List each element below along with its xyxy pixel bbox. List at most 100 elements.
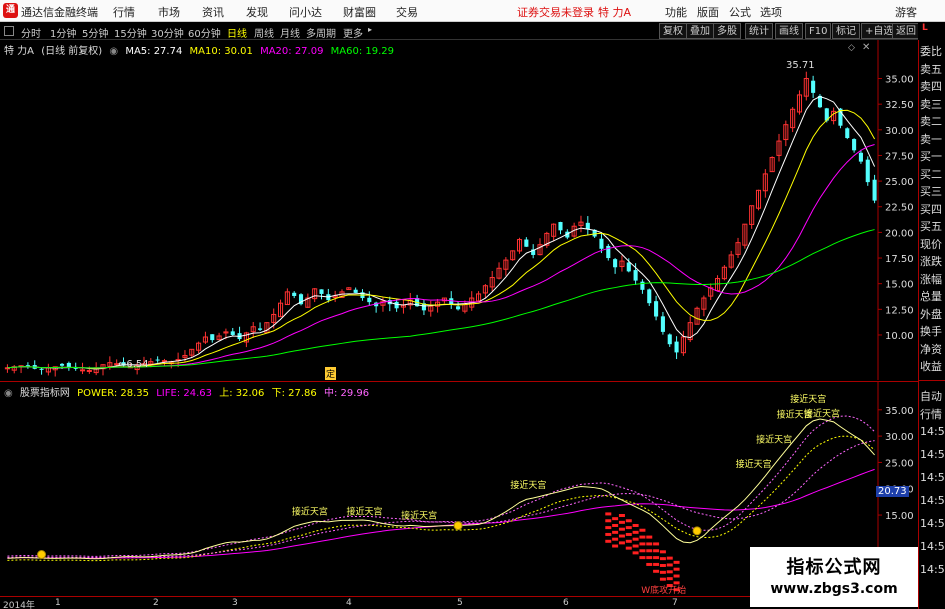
candle-body xyxy=(865,159,870,183)
candle-body xyxy=(353,289,358,293)
near-top-label: 接近天宫 xyxy=(790,393,826,405)
period-more[interactable]: 更多 xyxy=(343,25,363,40)
quote-field-label[interactable]: 卖一 xyxy=(920,131,945,147)
menu-quotes[interactable]: 行情 xyxy=(113,4,135,20)
period-multi[interactable]: 多周期 xyxy=(306,25,336,40)
quote-field-label[interactable]: 收益 xyxy=(920,358,945,374)
menu-discover[interactable]: 发现 xyxy=(246,4,268,20)
back-button[interactable]: 返回 xyxy=(892,23,920,39)
candle-body xyxy=(872,179,877,201)
menu-trade[interactable]: 交易 xyxy=(396,4,418,20)
candlestick-chart[interactable]: 35.00 32.50 30.00 27.50 25.00 22.50 20.00 17.50… xyxy=(0,40,918,380)
indicator-toggle-icon[interactable]: ◉ xyxy=(4,388,13,399)
near-top-label: 接近天宫 xyxy=(346,506,382,518)
more-chevron-icon[interactable]: ▸ xyxy=(368,25,372,34)
period-weekly[interactable]: 周线 xyxy=(254,25,274,40)
candle-body xyxy=(59,363,65,366)
price-tick-label: 30.00 xyxy=(885,126,914,137)
quote-field-label[interactable]: 买五 xyxy=(920,218,945,234)
sell-signal-mark xyxy=(653,556,660,560)
period-daily[interactable]: 日线 xyxy=(227,25,247,40)
period-toolbar: 分时 1分钟 5分钟 15分钟 30分钟 60分钟 日线 周线 月线 多周期 更… xyxy=(0,22,945,40)
quote-field-label[interactable]: 买一 xyxy=(920,148,945,164)
sell-signal-mark xyxy=(646,542,653,546)
event-marker[interactable]: 定 xyxy=(325,367,337,380)
menu-news[interactable]: 资讯 xyxy=(202,4,224,20)
guest-label[interactable]: 游客 xyxy=(895,4,917,20)
period-5min[interactable]: 5分钟 xyxy=(82,25,108,40)
period-60min[interactable]: 60分钟 xyxy=(188,25,221,40)
life-line xyxy=(7,468,875,559)
period-1min[interactable]: 1分钟 xyxy=(50,25,76,40)
layout-toggle-icon[interactable] xyxy=(4,26,14,36)
ma20-label: MA20: 27.09 xyxy=(260,46,324,57)
mark-button[interactable]: 标记 xyxy=(832,23,860,39)
tick-time: 14:5 xyxy=(920,448,945,461)
quote-field-label[interactable]: 卖五 xyxy=(920,61,945,77)
period-30min[interactable]: 30分钟 xyxy=(151,25,184,40)
candle-body xyxy=(845,128,850,139)
sell-signal-mark xyxy=(666,577,673,581)
sell-signal-mark xyxy=(605,539,612,543)
sell-signal-mark xyxy=(605,532,612,536)
menu-wealth[interactable]: 财富圈 xyxy=(343,4,376,20)
quote-field-label[interactable]: 行情 xyxy=(920,406,945,422)
sell-signal-mark xyxy=(618,534,625,538)
main-chart-pane[interactable]: 35.00 32.50 30.00 27.50 25.00 22.50 20.00 17.50… xyxy=(0,40,918,380)
quote-field-label[interactable]: 总量 xyxy=(920,288,945,304)
layout-button[interactable]: 版面 xyxy=(697,4,719,20)
upper-label: 上: 32.06 xyxy=(219,388,265,399)
power-line xyxy=(7,418,875,560)
menu-market[interactable]: 市场 xyxy=(158,4,180,20)
period-monthly[interactable]: 月线 xyxy=(280,25,300,40)
collapse-icon[interactable]: ◉ xyxy=(109,46,118,57)
quote-field-label[interactable]: 换手 xyxy=(920,323,945,339)
quote-field-label[interactable]: 买二 xyxy=(920,166,945,182)
sell-signal-mark xyxy=(659,577,666,581)
near-top-label: 接近天宫 xyxy=(401,510,437,522)
period-timeshare[interactable]: 分时 xyxy=(21,25,41,40)
quote-field-label[interactable]: 卖二 xyxy=(920,113,945,129)
sell-signal-mark xyxy=(646,562,653,566)
quote-field-label[interactable]: 卖四 xyxy=(920,78,945,94)
f10-button[interactable]: F10 xyxy=(805,23,832,39)
quote-field-label[interactable]: 现价 xyxy=(920,236,945,252)
draw-line-button[interactable]: 画线 xyxy=(775,23,803,39)
date-tick: 5 xyxy=(457,598,463,608)
candle-body xyxy=(456,306,461,310)
quote-field-label[interactable]: 净资 xyxy=(920,341,945,357)
candle-body xyxy=(858,152,863,162)
quote-field-label[interactable]: 委比 xyxy=(920,43,945,59)
quote-field-label[interactable]: 外盘 xyxy=(920,306,945,322)
quote-field-label[interactable]: 卖三 xyxy=(920,96,945,112)
candle-body xyxy=(640,281,645,290)
formula-button[interactable]: 公式 xyxy=(729,4,751,20)
tick-time: 14:5 xyxy=(920,471,945,484)
function-button[interactable]: 功能 xyxy=(665,4,687,20)
adjust-button[interactable]: 复权 xyxy=(659,23,687,39)
close-pane-icon[interactable]: ✕ xyxy=(862,42,870,53)
multi-stock-button[interactable]: 多股 xyxy=(713,23,741,39)
quote-field-label[interactable]: 买三 xyxy=(920,183,945,199)
candle-body xyxy=(811,80,816,93)
ma5-label: MA5: 27.74 xyxy=(125,46,183,57)
overlay-button[interactable]: 叠加 xyxy=(686,23,714,39)
price-tick-label: 32.50 xyxy=(885,100,914,111)
sell-signal-mark xyxy=(639,528,646,532)
quote-field-label[interactable]: 自动 xyxy=(920,388,945,404)
options-button[interactable]: 选项 xyxy=(760,4,782,20)
sell-signal-mark xyxy=(646,535,653,539)
sell-signal-mark xyxy=(666,556,673,560)
menu-ask[interactable]: 问小达 xyxy=(289,4,322,20)
signal-dot xyxy=(453,521,463,531)
sell-signal-mark xyxy=(673,567,680,571)
quote-field-label[interactable]: 买四 xyxy=(920,201,945,217)
stats-button[interactable]: 统计 xyxy=(745,23,773,39)
quote-field-label[interactable]: 涨跌 xyxy=(920,253,945,269)
diamond-icon[interactable]: ◇ xyxy=(848,43,855,53)
period-15min[interactable]: 15分钟 xyxy=(114,25,147,40)
quote-field-label[interactable]: 涨幅 xyxy=(920,271,945,287)
login-notice[interactable]: 证券交易未登录特 力A xyxy=(517,4,631,20)
middle-label: 中: 29.96 xyxy=(323,388,370,399)
sell-signal-mark xyxy=(666,570,673,574)
